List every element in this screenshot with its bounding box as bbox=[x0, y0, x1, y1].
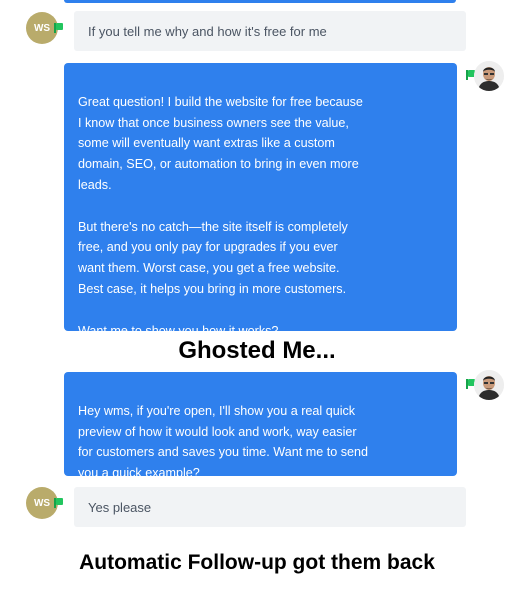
message-text: Great question! I build the website for … bbox=[78, 94, 363, 338]
outgoing-message-bubble: Great question! I build the website for … bbox=[64, 63, 457, 338]
person-icon bbox=[474, 61, 504, 91]
message-text: Hey wms, if you're open, I'll show you a… bbox=[78, 403, 369, 481]
person-icon bbox=[474, 370, 504, 400]
ghosted-caption: Ghosted Me... bbox=[178, 337, 336, 364]
outgoing-message-bubble: Hey wms, if you're open, I'll show you a… bbox=[64, 372, 457, 480]
flag-icon bbox=[54, 23, 63, 33]
followup-caption: Automatic Follow-up got them back bbox=[79, 551, 435, 574]
flag-icon bbox=[54, 498, 63, 508]
previous-message-bubble-edge bbox=[64, 0, 456, 3]
agent-avatar[interactable] bbox=[474, 61, 504, 91]
contact-avatar-initials: WS bbox=[33, 497, 51, 509]
incoming-message-bubble: Yes please bbox=[74, 487, 466, 527]
message-text: If you tell me why and how it's free for… bbox=[88, 23, 327, 39]
contact-avatar-initials: WS bbox=[33, 22, 51, 34]
incoming-message-bubble: If you tell me why and how it's free for… bbox=[74, 11, 466, 51]
agent-avatar[interactable] bbox=[474, 370, 504, 400]
message-text: Yes please bbox=[88, 499, 152, 515]
